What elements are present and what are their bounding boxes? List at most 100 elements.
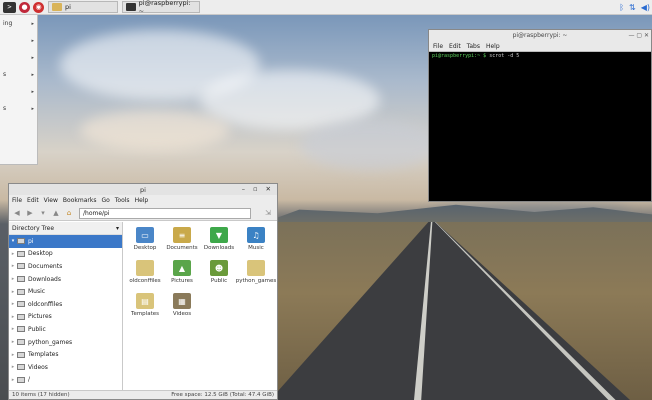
taskbar-button[interactable]: pi <box>48 1 118 13</box>
file-manager-title: pi <box>140 185 146 194</box>
desktop-folder-icon: ▭ <box>136 227 154 243</box>
file-item[interactable]: ▼ Downloads <box>198 227 240 251</box>
file-item-label: oldconffiles <box>129 278 161 284</box>
app-menu-item[interactable]: ▸ <box>0 83 37 100</box>
home-icon[interactable]: ⌂ <box>64 208 74 218</box>
terminal-menu-item[interactable]: Help <box>486 43 500 50</box>
tree-node[interactable]: ▸ Pictures <box>9 311 122 324</box>
terminal-menubar: File Edit Tabs Help <box>429 41 651 52</box>
expander-icon[interactable]: ▸ <box>9 289 17 295</box>
file-item[interactable]: ☻ Public <box>198 260 240 284</box>
expander-icon[interactable]: ▸ <box>9 276 17 282</box>
file-manager-window[interactable]: pi – ▫ ✕ File Edit View Bookmarks Go Tools Hel… <box>8 183 278 400</box>
file-manager-menu-item[interactable]: Bookmarks <box>63 197 97 204</box>
system-tray: ᛒ ⇅ ◀) <box>619 1 650 13</box>
file-item-label: Desktop <box>133 245 157 251</box>
file-manager-menu-item[interactable]: Go <box>101 197 109 204</box>
expander-icon[interactable]: ▸ <box>9 314 17 320</box>
terminal-titlebar[interactable]: pi@raspberrypi: ~ — ▢ ✕ <box>429 30 651 41</box>
tree-node-label: oldconffiles <box>28 300 63 308</box>
folder-icon <box>52 3 62 11</box>
app-menu-item[interactable]: ▸ <box>0 32 37 49</box>
app-menu-item[interactable] <box>0 117 37 134</box>
file-item[interactable]: ▦ Videos <box>161 293 203 317</box>
taskbar-button[interactable]: pi@raspberrypi: ~ <box>122 0 200 15</box>
tree-node-label: / <box>28 376 31 384</box>
terminal-line: pi@raspberrypi:~ $ scrot -d 5 <box>429 52 651 60</box>
folder-icon <box>17 238 25 245</box>
tree-node[interactable]: ▾ pi <box>9 235 122 248</box>
chevron-down-icon[interactable]: ▾ <box>116 225 119 232</box>
file-item-label: Public <box>210 278 228 284</box>
folder-icon <box>17 250 25 257</box>
terminal-menu-item[interactable]: Tabs <box>467 43 480 50</box>
terminal-window[interactable]: pi@raspberrypi: ~ — ▢ ✕ File Edit Tabs Help… <box>428 29 652 202</box>
path-bar[interactable]: /home/pi <box>79 207 251 219</box>
expander-icon[interactable]: ▸ <box>9 251 17 257</box>
expander-icon[interactable]: ▾ <box>9 238 17 244</box>
expander-icon[interactable]: ▸ <box>9 352 17 358</box>
bluetooth-icon[interactable]: ᛒ <box>619 3 624 12</box>
expander-icon[interactable]: ▸ <box>9 326 17 332</box>
file-item[interactable]: ▲ Pictures <box>161 260 203 284</box>
file-item[interactable]: ▤ Templates <box>124 293 166 317</box>
chevron-right-icon: ▸ <box>31 88 34 95</box>
terminal-title: pi@raspberrypi: ~ <box>512 32 568 39</box>
pictures-folder-icon: ▲ <box>173 260 191 276</box>
terminal-menu-item[interactable]: Edit <box>449 43 461 50</box>
expander-icon[interactable]: ▸ <box>9 301 17 307</box>
folder-icon <box>247 260 265 276</box>
tree-node[interactable]: ▸ Templates <box>9 348 122 361</box>
tree-node[interactable]: ▸ python_games <box>9 336 122 349</box>
tree-node[interactable]: ▸ Videos <box>9 361 122 374</box>
folder-icon <box>17 376 25 383</box>
back-icon[interactable]: ◀ <box>12 208 22 218</box>
terminal-launcher-icon[interactable]: > <box>3 1 16 13</box>
file-manager-menu-item[interactable]: View <box>44 197 58 204</box>
window-controls[interactable]: — ▢ ✕ <box>628 32 649 39</box>
network-icon[interactable]: ⇅ <box>629 3 636 12</box>
app-menu-item[interactable]: ▸ <box>0 49 37 66</box>
folder-icon <box>17 313 25 320</box>
file-manager-menu-item[interactable]: Edit <box>27 197 39 204</box>
expander-icon[interactable]: ▸ <box>9 263 17 269</box>
file-item[interactable]: python_games <box>235 260 277 284</box>
file-item[interactable]: ≡ Documents <box>161 227 203 251</box>
go-icon[interactable]: ⇲ <box>263 208 273 218</box>
tree-node-label: python_games <box>28 338 73 346</box>
tree-node[interactable]: ▸ Desktop <box>9 248 122 261</box>
dropdown-icon[interactable]: ▾ <box>38 208 48 218</box>
file-item[interactable]: ♫ Music <box>235 227 277 251</box>
raspberry-menu-icon[interactable]: ● <box>19 1 30 13</box>
file-manager-titlebar[interactable]: pi – ▫ ✕ <box>9 184 277 195</box>
folder-icon <box>17 301 25 308</box>
tree-node[interactable]: ▸ Music <box>9 285 122 298</box>
tree-node[interactable]: ▸ Downloads <box>9 273 122 286</box>
up-icon[interactable]: ▲ <box>51 208 61 218</box>
window-controls[interactable]: – ▫ ✕ <box>242 185 274 193</box>
browser-launcher-icon[interactable]: ◉ <box>33 1 44 13</box>
file-item[interactable]: oldconffiles <box>124 260 166 284</box>
app-menu-item[interactable]: s ▸ <box>0 66 37 83</box>
tree-node[interactable]: ▸ Documents <box>9 260 122 273</box>
forward-icon[interactable]: ▶ <box>25 208 35 218</box>
terminal-menu-item[interactable]: File <box>433 43 443 50</box>
tree-node[interactable]: ▸ oldconffiles <box>9 298 122 311</box>
file-manager-menu-item[interactable]: File <box>12 197 22 204</box>
tree-node[interactable]: ▸ / <box>9 374 122 387</box>
expander-icon[interactable]: ▸ <box>9 377 17 383</box>
file-manager-menu-item[interactable]: Help <box>135 197 149 204</box>
expander-icon[interactable]: ▸ <box>9 364 17 370</box>
file-item[interactable]: ▭ Desktop <box>124 227 166 251</box>
tree-node[interactable]: ▸ Public <box>9 323 122 336</box>
volume-icon[interactable]: ◀) <box>641 3 650 12</box>
file-item-label: Templates <box>131 311 159 317</box>
file-manager-toolbar: ◀ ▶ ▾ ▲ ⌂ /home/pi ⇲ <box>9 206 277 221</box>
expander-icon[interactable]: ▸ <box>9 339 17 345</box>
file-manager-menu-item[interactable]: Tools <box>115 197 130 204</box>
directory-tree-header[interactable]: Directory Tree ▾ <box>9 222 122 235</box>
folder-icon <box>17 276 25 283</box>
public-folder-icon: ☻ <box>210 260 228 276</box>
app-menu-item[interactable]: s ▸ <box>0 100 37 117</box>
app-menu-item[interactable]: ing ▸ <box>0 15 37 32</box>
